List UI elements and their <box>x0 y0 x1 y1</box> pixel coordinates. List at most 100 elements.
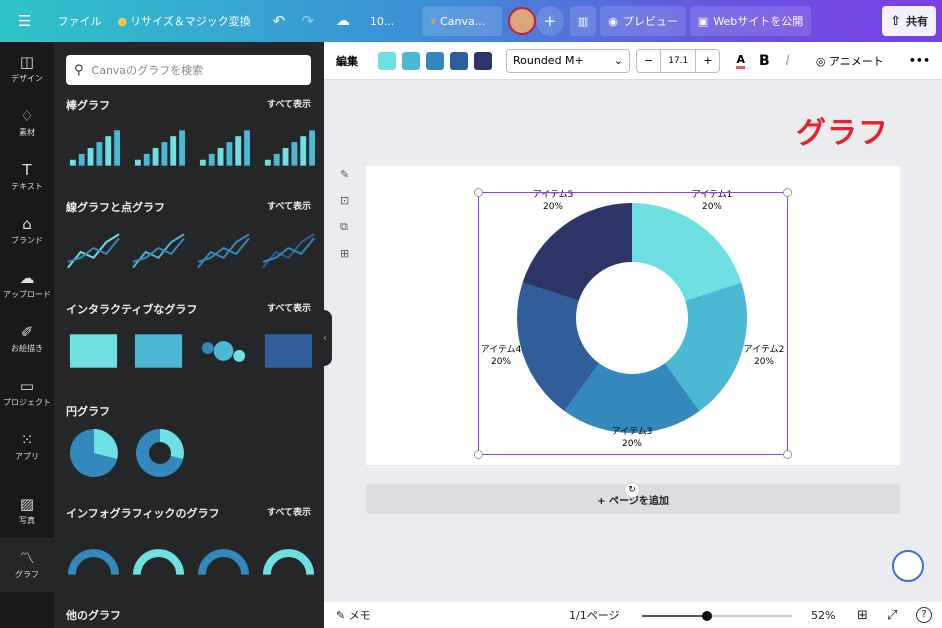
collapse-panel-button[interactable]: ‹ <box>318 310 332 366</box>
notes-icon[interactable]: ✎ <box>340 168 349 181</box>
see-all-link[interactable]: すべて表示 <box>267 199 311 215</box>
increase-size-button[interactable]: + <box>696 54 719 67</box>
resize-handle[interactable] <box>783 450 792 459</box>
fullscreen-icon[interactable]: ⤢ <box>887 608 897 623</box>
top-bar: ☰ ファイル ● リサイズ＆マジック変換 ↶ ↷ ☁ 10... ♛ Canva..… <box>0 0 942 42</box>
page-heading-text: グラフ <box>796 116 889 151</box>
section-header: 他のグラフ <box>66 607 311 623</box>
resize-label: リサイズ＆マジック変換 <box>130 15 251 28</box>
chart-template-thumbnail[interactable] <box>196 530 251 580</box>
lock-icon[interactable]: ⊡ <box>340 194 349 207</box>
color-swatch[interactable] <box>378 51 396 70</box>
file-menu[interactable]: ファイル <box>49 6 109 36</box>
font-size-input[interactable]: 17.1 <box>660 49 697 72</box>
publish-website-button[interactable]: ▣ Webサイトを公開 <box>689 6 812 36</box>
grid-view-icon[interactable]: ⊞ <box>857 608 868 623</box>
rail-item-elements[interactable]: ♢ 素材 <box>0 96 54 150</box>
animate-button[interactable]: ◎ アニメート <box>816 53 884 69</box>
rail-item-upload[interactable]: ☁ アップロード <box>0 258 54 312</box>
chart-template-thumbnail[interactable] <box>196 122 251 172</box>
resize-button[interactable]: ● リサイズ＆マジック変換 <box>109 6 258 36</box>
rail-item-chart[interactable]: 〽グラフ <box>0 538 54 592</box>
zoom-slider[interactable] <box>642 611 792 621</box>
share-button[interactable]: ⇧ 共有 <box>882 6 936 36</box>
chart-template-thumbnail[interactable] <box>66 326 121 376</box>
text-color-icon[interactable]: A <box>736 53 745 69</box>
color-swatch[interactable] <box>402 51 420 70</box>
chart-search-input[interactable]: ⚲ Canvaのグラフを検索 <box>66 55 311 85</box>
chart-template-thumbnail[interactable] <box>66 122 121 172</box>
add-page-icon[interactable]: ⊞ <box>340 247 349 260</box>
see-all-link[interactable]: すべて表示 <box>267 505 311 521</box>
zoom-level[interactable]: 52% <box>811 609 835 622</box>
chart-template-thumbnail[interactable] <box>131 122 186 172</box>
share-icon: ⇧ <box>890 13 901 29</box>
zoom-slider-knob[interactable] <box>701 611 712 621</box>
assistant-button[interactable] <box>892 550 924 582</box>
crown-icon: ● <box>117 14 128 28</box>
rail-item-folder[interactable]: ▭ プロジェクト <box>0 366 54 420</box>
section-title: インフォグラフィックのグラフ <box>66 507 220 520</box>
see-all-link[interactable]: すべて表示 <box>267 97 311 113</box>
chart-template-thumbnail[interactable] <box>132 428 188 478</box>
rail-item-text[interactable]: T テキスト <box>0 150 54 204</box>
upload-icon: ☁ <box>19 269 35 287</box>
chart-template-thumbnail[interactable] <box>66 224 121 274</box>
menu-icon[interactable]: ☰ <box>0 6 49 36</box>
add-collaborator-button[interactable]: + <box>535 6 564 36</box>
chart-template-thumbnail[interactable] <box>131 326 186 376</box>
rail-item-layout[interactable]: ◫ デザイン <box>0 42 54 96</box>
template-row <box>66 122 316 172</box>
doc-title[interactable]: 10... <box>362 6 422 36</box>
selection-box[interactable] <box>478 192 788 455</box>
font-selector[interactable]: Rounded M+ ⌄ <box>506 48 630 73</box>
chart-template-thumbnail[interactable] <box>131 530 186 580</box>
chart-template-thumbnail[interactable] <box>196 224 251 274</box>
rail-item-brand[interactable]: ⌂ ブランド <box>0 204 54 258</box>
redo-button[interactable]: ↷ <box>293 6 322 36</box>
preview-label: プレビュー <box>622 15 678 28</box>
resize-handle[interactable] <box>474 188 483 197</box>
resize-handle[interactable] <box>783 188 792 197</box>
chart-template-thumbnail[interactable] <box>261 530 316 580</box>
notes-label: メモ <box>348 609 371 622</box>
page-indicator[interactable]: 1/1ページ <box>569 607 619 623</box>
rail-item-draw[interactable]: ✐ お絵描き <box>0 312 54 366</box>
color-swatch[interactable] <box>450 51 468 70</box>
insights-icon[interactable]: ▥ <box>569 6 597 36</box>
resize-handle[interactable] <box>474 450 483 459</box>
draw-icon: ✐ <box>20 323 34 341</box>
italic-button[interactable]: I <box>786 53 790 69</box>
help-icon[interactable]: ? <box>916 607 932 623</box>
chart-template-thumbnail[interactable] <box>66 428 122 478</box>
rail-item-apps[interactable]: ⁙ アプリ <box>0 420 54 474</box>
chart-template-thumbnail[interactable] <box>131 224 186 274</box>
cloud-save-icon[interactable]: ☁ <box>328 6 358 36</box>
avatar[interactable] <box>507 7 536 35</box>
font-name: Rounded M+ <box>513 54 584 67</box>
see-all-link[interactable]: すべて表示 <box>267 301 311 317</box>
decrease-size-button[interactable]: − <box>637 54 660 67</box>
chart-template-thumbnail[interactable] <box>261 326 316 376</box>
bold-button[interactable]: B <box>759 53 770 69</box>
rotate-icon[interactable]: ↻ <box>624 482 640 498</box>
elements-icon: ♢ <box>20 107 34 125</box>
undo-button[interactable]: ↶ <box>265 6 294 36</box>
edit-toolbar: 編集 Rounded M+ ⌄ −17.1 + A B I ◎ アニメート ••• <box>324 42 942 80</box>
color-swatch[interactable] <box>474 51 492 70</box>
color-swatch[interactable] <box>426 51 444 70</box>
duplicate-icon[interactable]: ⧉ <box>340 220 349 234</box>
text-icon: T <box>22 161 32 179</box>
section-title: 円グラフ <box>66 405 110 418</box>
rail-item-photo[interactable]: ▨ 写真 <box>0 484 54 538</box>
section-title: 線グラフと点グラフ <box>66 201 165 214</box>
preview-button[interactable]: ◉ プレビュー <box>600 6 686 36</box>
more-options-button[interactable]: ••• <box>909 54 930 67</box>
chart-template-thumbnail[interactable] <box>261 224 316 274</box>
canva-pro-button[interactable]: ♛ Canva... <box>421 6 502 36</box>
edit-button[interactable]: 編集 <box>336 53 358 69</box>
notes-button[interactable]: ✎ メモ <box>336 607 371 623</box>
chart-template-thumbnail[interactable] <box>66 530 121 580</box>
chart-template-thumbnail[interactable] <box>261 122 316 172</box>
chart-template-thumbnail[interactable] <box>196 326 251 376</box>
